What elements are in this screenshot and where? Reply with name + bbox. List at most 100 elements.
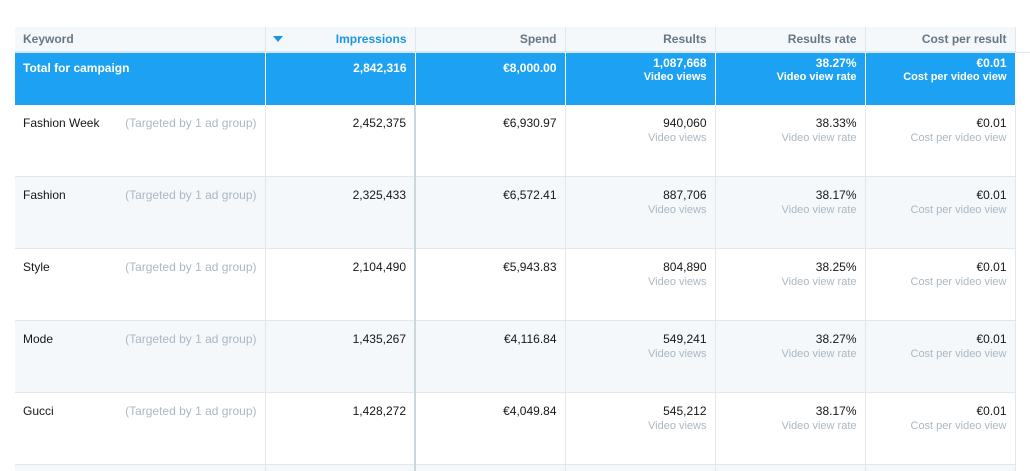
results-sub: Video views bbox=[648, 132, 707, 144]
cost-value: €0.01 bbox=[976, 332, 1007, 346]
results-rate-value: 38.33% bbox=[815, 116, 857, 130]
results-rate-value: 38.27% bbox=[815, 332, 857, 346]
spend-cell: €4,116.84 bbox=[415, 320, 566, 393]
keyword-name[interactable]: Fashion bbox=[23, 188, 66, 202]
table-row[interactable]: Fashion (Targeted by 1 ad group) 2,325,4… bbox=[15, 176, 1030, 249]
cost-sub: Cost per video view bbox=[910, 420, 1007, 432]
keyword-name[interactable]: Mode bbox=[23, 332, 53, 346]
keyword-cell: Gucci (Targeted by 1 ad group) bbox=[15, 392, 266, 465]
results-rate-cell: 38.17% Video view rate bbox=[715, 392, 866, 465]
table-row[interactable]: Mode (Targeted by 1 ad group) 1,435,267 … bbox=[15, 320, 1030, 393]
table-row[interactable]: Style (Targeted by 1 ad group) 2,104,490… bbox=[15, 248, 1030, 321]
campaign-table-view: Keyword Impressions Spend Results Result… bbox=[0, 0, 1030, 471]
spend-cell: €6,930.97 bbox=[415, 105, 566, 177]
table-edge bbox=[1015, 27, 1030, 53]
spend-cell: €4,049.84 bbox=[415, 392, 566, 465]
total-label: Total for campaign bbox=[15, 51, 266, 105]
partial-cell bbox=[265, 464, 416, 471]
cost-value: €0.01 bbox=[976, 188, 1007, 202]
partial-cell bbox=[15, 464, 266, 471]
cost-sub: Cost per video view bbox=[910, 276, 1007, 288]
results-rate-sub: Video view rate bbox=[781, 276, 857, 288]
results-rate-cell: 38.17% Video view rate bbox=[715, 176, 866, 249]
results-rate-cell: 38.27% Video view rate bbox=[715, 320, 866, 393]
table-row[interactable]: Fashion Week (Targeted by 1 ad group) 2,… bbox=[15, 105, 1030, 177]
partial-cell bbox=[715, 464, 866, 471]
results-sub: Video views bbox=[648, 276, 707, 288]
targeting-note: (Targeted by 1 ad group) bbox=[125, 188, 257, 202]
results-rate-value: 38.25% bbox=[815, 260, 857, 274]
column-header-cost-per-result[interactable]: Cost per result bbox=[865, 27, 1016, 53]
impressions-cell: 2,325,433 bbox=[265, 176, 416, 249]
keyword-name[interactable]: Fashion Week bbox=[23, 116, 99, 130]
spend-cell: €6,572.41 bbox=[415, 176, 566, 249]
total-results-rate-sub: Video view rate bbox=[776, 71, 857, 83]
caret-down-icon bbox=[272, 36, 283, 42]
targeting-note: (Targeted by 1 ad group) bbox=[125, 332, 257, 346]
column-header-results-rate[interactable]: Results rate bbox=[715, 27, 866, 53]
partial-cell bbox=[865, 464, 1016, 471]
results-cell: 804,890 Video views bbox=[565, 248, 716, 321]
table-edge bbox=[1015, 105, 1030, 177]
table-edge bbox=[1015, 392, 1030, 465]
column-header-results[interactable]: Results bbox=[565, 27, 716, 53]
cost-cell: €0.01 Cost per video view bbox=[865, 176, 1016, 249]
total-cost-cell: €0.01 Cost per video view bbox=[865, 51, 1016, 105]
targeting-note: (Targeted by 1 ad group) bbox=[125, 116, 257, 130]
table-edge bbox=[1015, 176, 1030, 249]
impressions-cell: 1,435,267 bbox=[265, 320, 416, 393]
table-edge bbox=[1015, 248, 1030, 321]
results-value: 887,706 bbox=[663, 188, 707, 202]
total-results-rate: 38.27% bbox=[815, 56, 857, 70]
impressions-cell: 2,104,490 bbox=[265, 248, 416, 321]
cost-sub: Cost per video view bbox=[910, 348, 1007, 360]
results-cell: 940,060 Video views bbox=[565, 105, 716, 177]
partial-cell bbox=[565, 464, 716, 471]
total-cost: €0.01 bbox=[976, 56, 1007, 70]
results-rate-sub: Video view rate bbox=[781, 204, 857, 216]
column-header-spend[interactable]: Spend bbox=[415, 27, 566, 53]
cost-cell: €0.01 Cost per video view bbox=[865, 248, 1016, 321]
results-sub: Video views bbox=[648, 204, 707, 216]
total-results-cell: 1,087,668 Video views bbox=[565, 51, 716, 105]
column-header-impressions-label: Impressions bbox=[335, 32, 407, 46]
column-header-impressions[interactable]: Impressions bbox=[265, 27, 416, 53]
keyword-name[interactable]: Style bbox=[23, 260, 50, 274]
total-cost-sub: Cost per video view bbox=[903, 71, 1007, 83]
cost-value: €0.01 bbox=[976, 260, 1007, 274]
results-rate-cell: 38.33% Video view rate bbox=[715, 105, 866, 177]
results-cell: 887,706 Video views bbox=[565, 176, 716, 249]
total-results-rate-cell: 38.27% Video view rate bbox=[715, 51, 866, 105]
cost-cell: €0.01 Cost per video view bbox=[865, 105, 1016, 177]
cost-sub: Cost per video view bbox=[910, 204, 1007, 216]
results-rate-sub: Video view rate bbox=[781, 348, 857, 360]
total-impressions: 2,842,316 bbox=[265, 51, 416, 105]
table-edge bbox=[1015, 464, 1030, 471]
column-header-keyword[interactable]: Keyword bbox=[15, 27, 266, 53]
results-value: 545,212 bbox=[663, 404, 707, 418]
cost-value: €0.01 bbox=[976, 116, 1007, 130]
table-row-partial bbox=[15, 464, 1030, 471]
results-value: 549,241 bbox=[663, 332, 707, 346]
table-edge bbox=[1015, 52, 1030, 105]
keyword-cell: Fashion Week (Targeted by 1 ad group) bbox=[15, 105, 266, 177]
targeting-note: (Targeted by 1 ad group) bbox=[125, 404, 257, 418]
keyword-cell: Fashion (Targeted by 1 ad group) bbox=[15, 176, 266, 249]
results-value: 804,890 bbox=[663, 260, 707, 274]
keyword-name[interactable]: Gucci bbox=[23, 404, 54, 418]
cost-cell: €0.01 Cost per video view bbox=[865, 392, 1016, 465]
cost-sub: Cost per video view bbox=[910, 132, 1007, 144]
table-edge bbox=[1015, 320, 1030, 393]
keyword-cell: Style (Targeted by 1 ad group) bbox=[15, 248, 266, 321]
keyword-performance-table: Keyword Impressions Spend Results Result… bbox=[15, 27, 1030, 471]
targeting-note: (Targeted by 1 ad group) bbox=[125, 260, 257, 274]
results-sub: Video views bbox=[648, 420, 707, 432]
partial-cell bbox=[415, 464, 566, 471]
results-value: 940,060 bbox=[663, 116, 707, 130]
results-rate-cell: 38.25% Video view rate bbox=[715, 248, 866, 321]
total-results: 1,087,668 bbox=[653, 56, 707, 70]
results-cell: 549,241 Video views bbox=[565, 320, 716, 393]
table-row[interactable]: Gucci (Targeted by 1 ad group) 1,428,272… bbox=[15, 392, 1030, 465]
header-row: Keyword Impressions Spend Results Result… bbox=[15, 27, 1030, 53]
results-cell: 545,212 Video views bbox=[565, 392, 716, 465]
